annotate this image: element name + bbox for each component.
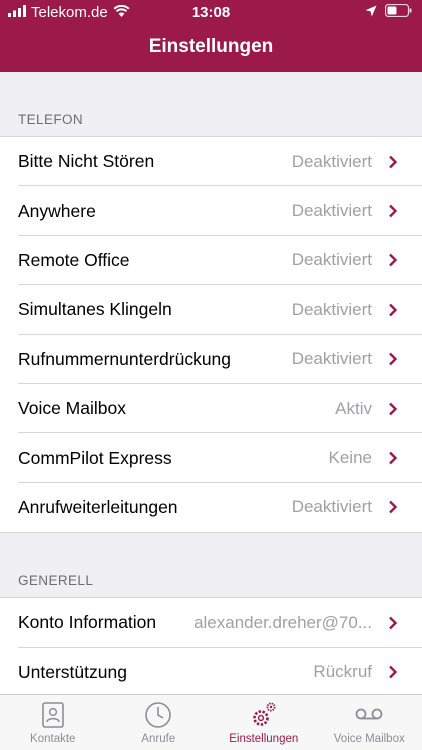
tab-voice-mailbox[interactable]: Voice Mailbox xyxy=(317,695,422,750)
chevron-right-icon xyxy=(389,451,398,465)
tab-label: Kontakte xyxy=(30,733,76,745)
tab-label: Anrufe xyxy=(141,733,176,745)
row-value: Deaktiviert xyxy=(291,299,372,319)
chevron-right-icon xyxy=(389,204,398,218)
row-value: alexander.dreher@70... xyxy=(194,612,372,632)
row-label: Simultanes Klingeln xyxy=(18,299,172,320)
chevron-right-icon xyxy=(389,501,398,514)
chevron-right-icon xyxy=(389,352,398,366)
row-label: Unterstützung xyxy=(18,661,127,682)
chevron-right-icon xyxy=(389,155,398,169)
contacts-icon xyxy=(41,701,64,729)
app-header: Telekom.de 13:08 Einstellungen xyxy=(0,0,422,72)
row-label: CommPilot Express xyxy=(18,447,172,468)
voicemail-icon xyxy=(354,701,384,729)
chevron-right-icon xyxy=(389,665,398,679)
clock-icon xyxy=(144,701,172,729)
row-value: Deaktiviert xyxy=(291,201,372,221)
settings-list[interactable]: TELEFON Bitte Nicht Stören Deaktiviert A… xyxy=(0,72,422,694)
battery-icon xyxy=(384,3,412,21)
row-voice-mailbox[interactable]: Voice Mailbox Aktiv xyxy=(0,384,422,434)
row-label: Rufnummernunterdrückung xyxy=(18,348,232,369)
location-arrow-icon xyxy=(365,4,377,21)
page-title: Einstellungen xyxy=(148,36,274,57)
row-value: Deaktiviert xyxy=(291,497,372,517)
row-unterstuetzung[interactable]: Unterstützung Rückruf xyxy=(0,648,422,694)
settings-group-telefon: Bitte Nicht Stören Deaktiviert Anywhere … xyxy=(0,136,422,534)
section-header-generell: GENERELL xyxy=(18,573,94,589)
tab-einstellungen[interactable]: Einstellungen xyxy=(211,695,317,750)
chevron-right-icon xyxy=(389,616,398,630)
row-rufnummernunterdrueckung[interactable]: Rufnummernunterdrückung Deaktiviert xyxy=(0,335,422,385)
row-remote-office[interactable]: Remote Office Deaktiviert xyxy=(0,236,422,286)
row-value: Deaktiviert xyxy=(291,349,372,369)
tab-bar: Kontakte Anrufe Einstellungen Voice Mail… xyxy=(0,694,422,750)
status-bar: Telekom.de 13:08 xyxy=(0,0,422,24)
row-value: Deaktiviert xyxy=(291,250,372,270)
row-value: Rückruf xyxy=(313,662,372,682)
row-value: Keine xyxy=(328,448,372,468)
row-label: Konto Information xyxy=(18,612,157,633)
tab-anrufe[interactable]: Anrufe xyxy=(106,695,212,750)
row-label: Bitte Nicht Stören xyxy=(18,151,155,172)
row-label: Remote Office xyxy=(18,249,130,270)
chevron-right-icon xyxy=(389,402,398,415)
row-bitte-nicht-stoeren[interactable]: Bitte Nicht Stören Deaktiviert xyxy=(0,137,422,187)
row-label: Voice Mailbox xyxy=(18,398,126,419)
row-anywhere[interactable]: Anywhere Deaktiviert xyxy=(0,186,422,237)
row-simultanes-klingeln[interactable]: Simultanes Klingeln Deaktiviert xyxy=(0,285,422,335)
row-konto-information[interactable]: Konto Information alexander.dreher@70... xyxy=(0,598,422,648)
row-label: Anrufweiterleitungen xyxy=(18,496,178,517)
gear-icon xyxy=(249,701,279,729)
row-commpilot-express[interactable]: CommPilot Express Keine xyxy=(0,433,422,484)
settings-group-generell: Konto Information alexander.dreher@70...… xyxy=(0,597,422,694)
row-label: Anywhere xyxy=(18,200,96,221)
status-time: 13:08 xyxy=(191,4,231,21)
row-value: Deaktiviert xyxy=(291,151,372,171)
section-header-telefon: TELEFON xyxy=(18,112,84,127)
row-anrufweiterleitungen[interactable]: Anrufweiterleitungen Deaktiviert xyxy=(0,483,422,532)
row-value: Aktiv xyxy=(335,398,372,418)
tab-label: Einstellungen xyxy=(229,733,299,745)
chevron-right-icon xyxy=(389,254,398,267)
tab-kontakte[interactable]: Kontakte xyxy=(0,695,106,750)
tab-label: Voice Mailbox xyxy=(333,733,405,745)
chevron-right-icon xyxy=(389,303,398,317)
status-right xyxy=(365,3,412,21)
